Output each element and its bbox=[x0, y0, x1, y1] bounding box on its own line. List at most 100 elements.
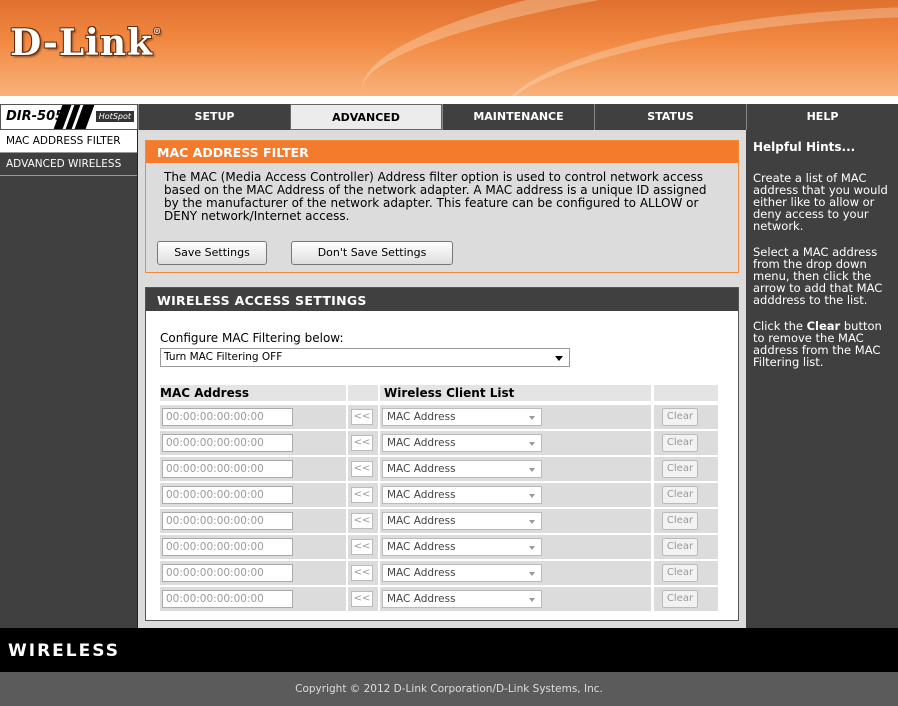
help-hint-2: Select a MAC address from the drop down … bbox=[753, 245, 883, 307]
wireless-client-select[interactable]: MAC Address bbox=[382, 512, 542, 530]
client-cell: MAC Address bbox=[380, 535, 651, 559]
clear-cell: Clear bbox=[654, 587, 718, 611]
wireless-client-select[interactable]: MAC Address bbox=[382, 564, 542, 582]
dlink-logo: D-Link® bbox=[10, 22, 162, 64]
arrow-cell: << bbox=[348, 587, 378, 611]
table-row: 00:00:00:00:00:00 << MAC Address Clear bbox=[160, 509, 720, 533]
table-row: 00:00:00:00:00:00 << MAC Address Clear bbox=[160, 457, 720, 481]
chevron-down-icon bbox=[529, 546, 535, 550]
top-nav: DIR-505 HotSpot SETUP ADVANCED MAINTENAN… bbox=[0, 104, 898, 130]
clear-button[interactable]: Clear bbox=[662, 408, 698, 426]
mac-cell: 00:00:00:00:00:00 bbox=[160, 561, 346, 585]
clear-cell: Clear bbox=[654, 431, 718, 455]
mac-cell: 00:00:00:00:00:00 bbox=[160, 405, 346, 429]
clear-button[interactable]: Clear bbox=[662, 434, 698, 452]
table-row: 00:00:00:00:00:00 << MAC Address Clear bbox=[160, 483, 720, 507]
clear-cell: Clear bbox=[654, 561, 718, 585]
model-tag: HotSpot bbox=[95, 111, 134, 122]
model-badge: DIR-505 HotSpot bbox=[0, 104, 138, 130]
tab-maintenance[interactable]: MAINTENANCE bbox=[442, 104, 594, 130]
tab-status[interactable]: STATUS bbox=[594, 104, 746, 130]
footer-brand-bar: WIRELESS bbox=[0, 628, 898, 672]
sidebar-item-advanced-wireless[interactable]: ADVANCED WIRELESS bbox=[0, 153, 137, 176]
arrow-cell: << bbox=[348, 561, 378, 585]
add-mac-arrow-button[interactable]: << bbox=[351, 487, 373, 503]
client-list-column-label: Wireless Client List bbox=[384, 386, 515, 400]
mac-address-input[interactable]: 00:00:00:00:00:00 bbox=[162, 486, 293, 504]
arrow-cell: << bbox=[348, 431, 378, 455]
tab-setup[interactable]: SETUP bbox=[138, 104, 290, 130]
client-cell: MAC Address bbox=[380, 431, 651, 455]
arrow-cell: << bbox=[348, 509, 378, 533]
mac-address-input[interactable]: 00:00:00:00:00:00 bbox=[162, 590, 293, 608]
wireless-access-panel: WIRELESS ACCESS SETTINGS Configure MAC F… bbox=[145, 287, 739, 621]
add-mac-arrow-button[interactable]: << bbox=[351, 513, 373, 529]
copyright-bar: Copyright © 2012 D-Link Corporation/D-Li… bbox=[0, 672, 898, 706]
mac-filter-panel: MAC ADDRESS FILTER The MAC (Media Access… bbox=[145, 140, 739, 273]
wireless-client-select-value: MAC Address bbox=[387, 463, 456, 475]
chevron-down-icon bbox=[529, 598, 535, 602]
mac-address-input[interactable]: 00:00:00:00:00:00 bbox=[162, 408, 293, 426]
header-banner: D-Link® bbox=[0, 0, 898, 96]
logo-text: D-Link bbox=[10, 22, 153, 64]
wireless-client-select-value: MAC Address bbox=[387, 593, 456, 605]
mac-filter-mode-value: Turn MAC Filtering OFF bbox=[164, 351, 283, 363]
help-panel: Helpful Hints... Create a list of MAC ad… bbox=[746, 130, 898, 628]
add-mac-arrow-button[interactable]: << bbox=[351, 409, 373, 425]
help-title: Helpful Hints... bbox=[753, 140, 856, 154]
arrow-cell: << bbox=[348, 483, 378, 507]
save-settings-button[interactable]: Save Settings bbox=[157, 241, 267, 265]
mac-filter-mode-select[interactable]: Turn MAC Filtering OFF bbox=[160, 348, 570, 367]
clear-button[interactable]: Clear bbox=[662, 538, 698, 556]
client-cell: MAC Address bbox=[380, 509, 651, 533]
tab-advanced[interactable]: ADVANCED bbox=[290, 104, 442, 130]
add-mac-arrow-button[interactable]: << bbox=[351, 591, 373, 607]
help-hint-3: Click the Clear button to remove the MAC… bbox=[753, 320, 892, 368]
left-sidebar: MAC ADDRESS FILTER ADVANCED WIRELESS bbox=[0, 130, 138, 628]
add-mac-arrow-button[interactable]: << bbox=[351, 435, 373, 451]
mac-cell: 00:00:00:00:00:00 bbox=[160, 509, 346, 533]
clear-button[interactable]: Clear bbox=[662, 460, 698, 478]
chevron-down-icon bbox=[529, 468, 535, 472]
mac-address-input[interactable]: 00:00:00:00:00:00 bbox=[162, 512, 293, 530]
mac-cell: 00:00:00:00:00:00 bbox=[160, 431, 346, 455]
wireless-brand-text: WIRELESS bbox=[8, 641, 120, 661]
wireless-client-select[interactable]: MAC Address bbox=[382, 590, 542, 608]
wireless-client-select[interactable]: MAC Address bbox=[382, 460, 542, 478]
tab-help[interactable]: HELP bbox=[746, 104, 898, 130]
table-row: 00:00:00:00:00:00 << MAC Address Clear bbox=[160, 405, 720, 429]
clear-cell: Clear bbox=[654, 483, 718, 507]
mac-address-column-label: MAC Address bbox=[160, 386, 250, 400]
add-mac-arrow-button[interactable]: << bbox=[351, 461, 373, 477]
wireless-client-select[interactable]: MAC Address bbox=[382, 434, 542, 452]
wireless-client-select[interactable]: MAC Address bbox=[382, 486, 542, 504]
mac-filter-description: The MAC (Media Access Controller) Addres… bbox=[164, 170, 707, 223]
chevron-down-icon bbox=[529, 520, 535, 524]
clear-button[interactable]: Clear bbox=[662, 590, 698, 608]
mac-cell: 00:00:00:00:00:00 bbox=[160, 457, 346, 481]
mac-address-column-header: MAC Address bbox=[160, 385, 346, 401]
add-mac-arrow-button[interactable]: << bbox=[351, 539, 373, 555]
wireless-client-select[interactable]: MAC Address bbox=[382, 538, 542, 556]
sidebar-item-mac-address-filter[interactable]: MAC ADDRESS FILTER bbox=[0, 130, 137, 153]
table-row: 00:00:00:00:00:00 << MAC Address Clear bbox=[160, 561, 720, 585]
mac-address-input[interactable]: 00:00:00:00:00:00 bbox=[162, 538, 293, 556]
add-mac-arrow-button[interactable]: << bbox=[351, 565, 373, 581]
clear-button[interactable]: Clear bbox=[662, 564, 698, 582]
mac-cell: 00:00:00:00:00:00 bbox=[160, 535, 346, 559]
arrow-cell: << bbox=[348, 535, 378, 559]
wireless-client-select[interactable]: MAC Address bbox=[382, 408, 542, 426]
mac-address-input[interactable]: 00:00:00:00:00:00 bbox=[162, 564, 293, 582]
wireless-client-select-value: MAC Address bbox=[387, 541, 456, 553]
wireless-access-title: WIRELESS ACCESS SETTINGS bbox=[146, 288, 738, 311]
mac-address-input[interactable]: 00:00:00:00:00:00 bbox=[162, 460, 293, 478]
client-cell: MAC Address bbox=[380, 587, 651, 611]
client-list-column-header: Wireless Client List bbox=[380, 385, 651, 401]
client-cell: MAC Address bbox=[380, 483, 651, 507]
mac-address-input[interactable]: 00:00:00:00:00:00 bbox=[162, 434, 293, 452]
wireless-client-select-value: MAC Address bbox=[387, 567, 456, 579]
dont-save-settings-button[interactable]: Don't Save Settings bbox=[291, 241, 453, 265]
clear-button[interactable]: Clear bbox=[662, 512, 698, 530]
chevron-down-icon bbox=[529, 442, 535, 446]
clear-button[interactable]: Clear bbox=[662, 486, 698, 504]
